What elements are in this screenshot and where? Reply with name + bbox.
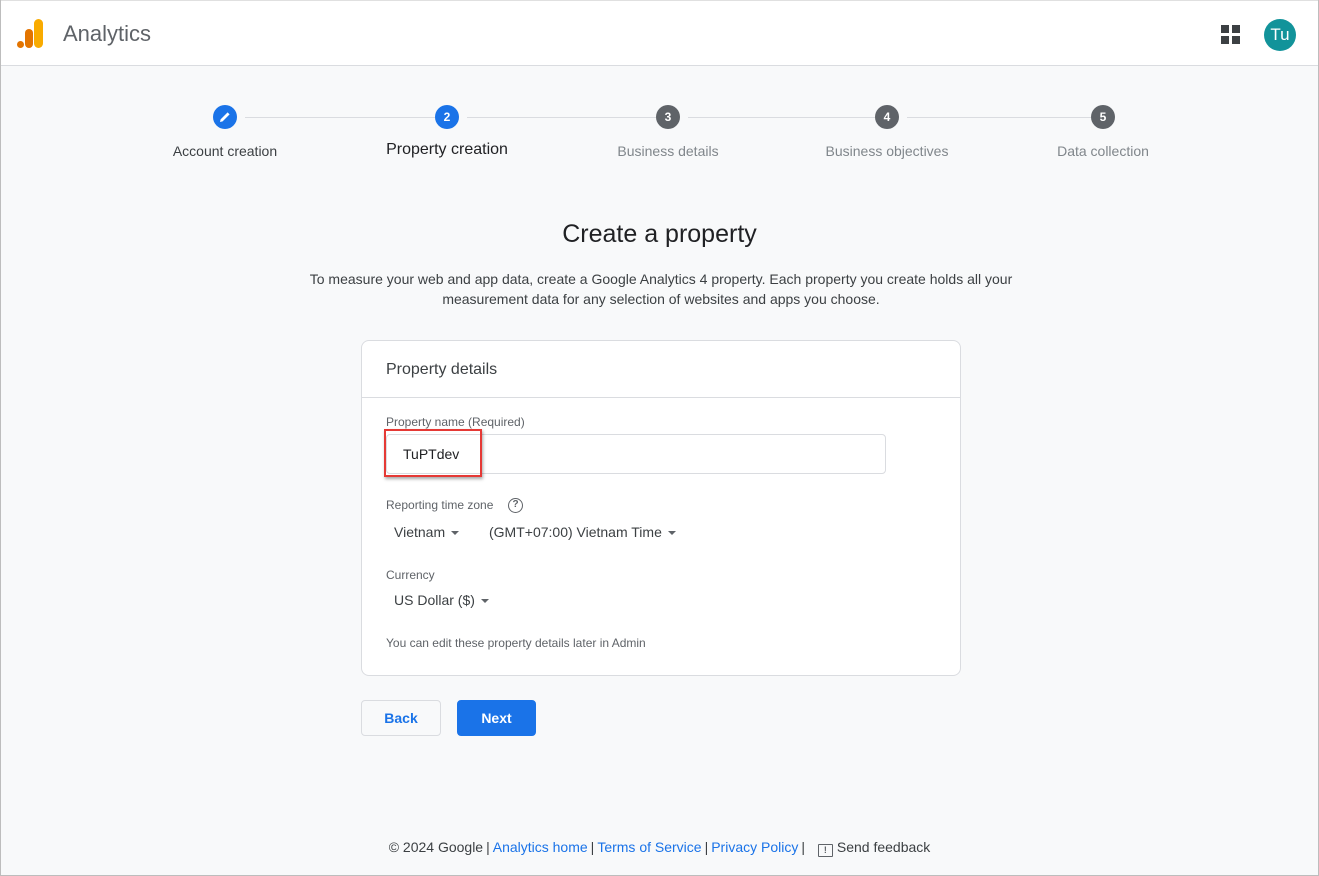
privacy-policy-link[interactable]: Privacy Policy	[711, 839, 798, 855]
feedback-icon: !	[817, 844, 833, 857]
step-property-creation[interactable]: 2 Property creation	[347, 105, 547, 159]
send-feedback-button[interactable]: ! Send feedback	[812, 839, 931, 857]
step-business-objectives: 4 Business objectives	[787, 105, 987, 159]
page-description: To measure your web and app data, create…	[309, 271, 1013, 307]
timezone-country-value: Vietnam	[394, 524, 446, 540]
back-button[interactable]: Back	[361, 700, 441, 736]
analytics-logo-icon[interactable]	[17, 19, 45, 49]
step-label: Data collection	[1057, 143, 1149, 159]
step-label: Property creation	[386, 141, 508, 158]
step-1-marker	[213, 105, 237, 129]
edit-later-hint: You can edit these property details late…	[386, 636, 646, 650]
caret-down-icon	[480, 599, 489, 604]
currency-value: US Dollar ($)	[394, 592, 475, 608]
step-label: Business details	[617, 143, 719, 159]
property-name-label: Property name (Required)	[386, 415, 525, 429]
step-2-marker: 2	[435, 105, 459, 129]
google-apps-icon[interactable]	[1221, 25, 1241, 45]
currency-select[interactable]: US Dollar ($)	[394, 592, 489, 608]
timezone-country-select[interactable]: Vietnam	[394, 524, 460, 540]
setup-stepper: Account creation 2 Property creation 3 B…	[1, 105, 1318, 175]
page-title: Create a property	[562, 220, 757, 248]
step-label: Account creation	[172, 143, 278, 159]
terms-of-service-link[interactable]: Terms of Service	[597, 839, 701, 855]
step-4-marker: 4	[875, 105, 899, 129]
footer: © 2024 Google | Analytics home | Terms of Se…	[388, 839, 931, 857]
card-title: Property details	[362, 341, 960, 398]
analytics-home-link[interactable]: Analytics home	[493, 839, 588, 855]
step-data-collection: 5 Data collection	[1003, 105, 1203, 159]
account-avatar[interactable]: Tu	[1264, 19, 1296, 51]
send-feedback-label: Send feedback	[836, 839, 931, 855]
currency-label: Currency	[386, 568, 435, 582]
step-account-creation[interactable]: Account creation	[125, 105, 325, 159]
copyright: © 2024 Google	[388, 839, 484, 855]
property-details-card: Property details Property name (Required…	[361, 340, 961, 676]
caret-down-icon	[451, 531, 460, 536]
step-3-marker: 3	[656, 105, 680, 129]
step-business-details: 3 Business details	[568, 105, 768, 159]
timezone-select[interactable]: (GMT+07:00) Vietnam Time	[489, 524, 676, 540]
pencil-icon	[220, 112, 230, 122]
timezone-value: (GMT+07:00) Vietnam Time	[489, 524, 662, 540]
top-app-bar: Analytics Tu	[1, 0, 1318, 66]
app-title: Analytics	[63, 21, 152, 46]
help-icon[interactable]: ?	[508, 498, 523, 513]
property-name-input[interactable]	[386, 434, 886, 474]
next-button[interactable]: Next	[457, 700, 536, 736]
step-5-marker: 5	[1091, 105, 1115, 129]
timezone-label: Reporting time zone	[386, 498, 494, 512]
caret-down-icon	[667, 531, 676, 536]
step-label: Business objectives	[825, 143, 949, 159]
